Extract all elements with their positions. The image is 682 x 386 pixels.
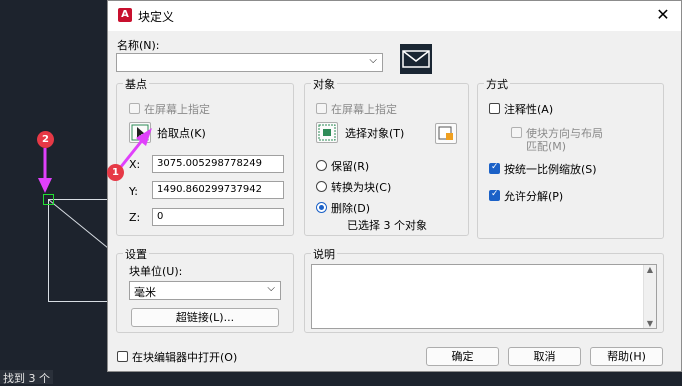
select-objects-label[interactable]: 选择对象(T) [345, 125, 404, 141]
x-coordinate-field[interactable]: 3075.005298778249 [152, 155, 284, 173]
pick-point-label[interactable]: 拾取点(K) [157, 125, 206, 141]
behavior-title: 方式 [484, 76, 510, 92]
base-specify-on-screen-label: 在屏幕上指定 [144, 103, 210, 116]
cad-line-bottom [48, 301, 108, 302]
y-label: Y: [129, 185, 138, 198]
chevron-down-icon: ⌵ [369, 55, 377, 66]
dialog-title: 块定义 [138, 10, 175, 24]
autocad-app-icon: A [118, 8, 132, 22]
objects-title: 对象 [311, 76, 337, 92]
hyperlink-button[interactable]: 超链接(L)... [131, 308, 279, 327]
cancel-button[interactable]: 取消 [508, 347, 581, 366]
block-unit-select[interactable]: 毫米 ⌵ [129, 281, 281, 300]
ok-button[interactable]: 确定 [426, 347, 499, 366]
description-title: 说明 [311, 246, 337, 262]
title-bar[interactable]: A 块定义 ✕ [108, 1, 681, 31]
quick-select-button[interactable] [435, 123, 457, 144]
name-combobox[interactable]: ⌵ [116, 53, 383, 72]
convert-to-block-radio[interactable] [316, 181, 327, 192]
convert-to-block-label: 转换为块(C) [331, 181, 392, 194]
settings-title: 设置 [123, 246, 149, 262]
close-icon[interactable]: ✕ [653, 5, 673, 25]
description-scrollbar[interactable]: ▲ ▼ [643, 265, 656, 328]
z-coordinate-field[interactable]: 0 [152, 208, 284, 226]
block-unit-value: 毫米 [134, 286, 156, 299]
objects-specify-on-screen-label: 在屏幕上指定 [331, 103, 397, 116]
envelope-icon [402, 50, 430, 68]
description-textarea[interactable]: ▲ ▼ [311, 264, 657, 329]
base-point-title: 基点 [123, 76, 149, 92]
allow-exploding-label: 允许分解(P) [504, 190, 564, 203]
match-orientation-checkbox[interactable] [511, 127, 522, 138]
quick-select-icon [438, 126, 453, 140]
retain-radio[interactable] [316, 160, 327, 171]
command-line-status: 找到 3 个 [0, 370, 53, 385]
delete-label: 删除(D) [331, 202, 371, 215]
annotation-marker-1: 1 [107, 164, 124, 181]
scroll-up-icon[interactable]: ▲ [644, 265, 656, 274]
block-definition-dialog: A 块定义 ✕ 名称(N): ⌵ 基点 在屏幕上指定 拾取点(K) X: 307… [107, 0, 682, 372]
y-coordinate-field[interactable]: 1490.860299737942 [152, 181, 284, 199]
scale-uniformly-label: 按统一比例缩放(S) [504, 163, 597, 176]
base-specify-on-screen-checkbox[interactable] [129, 103, 140, 114]
z-label: Z: [129, 211, 141, 224]
select-objects-icon [318, 124, 336, 141]
objects-specify-on-screen-checkbox[interactable] [316, 103, 327, 114]
annotative-label: 注释性(A) [504, 103, 554, 116]
open-in-block-editor-label: 在块编辑器中打开(O) [132, 351, 238, 364]
annotative-checkbox[interactable] [489, 103, 500, 114]
block-preview-icon [400, 44, 432, 74]
selected-count-text: 已选择 3 个对象 [347, 219, 427, 232]
open-in-block-editor-checkbox[interactable] [117, 351, 128, 362]
allow-exploding-checkbox[interactable] [489, 189, 500, 201]
select-objects-button[interactable] [316, 122, 338, 143]
block-unit-label: 块单位(U): [129, 265, 183, 278]
scroll-down-icon[interactable]: ▼ [644, 319, 656, 328]
retain-label: 保留(R) [331, 160, 370, 173]
base-point-grip[interactable] [43, 194, 54, 205]
annotation-marker-2: 2 [37, 131, 54, 148]
annotation-arrow-down-icon [38, 148, 52, 193]
match-orientation-label-line2: 匹配(M) [526, 140, 567, 153]
delete-radio[interactable] [316, 202, 327, 213]
help-button[interactable]: 帮助(H) [590, 347, 663, 366]
name-label: 名称(N): [117, 39, 160, 52]
chevron-down-icon: ⌵ [267, 283, 275, 294]
scale-uniformly-checkbox[interactable] [489, 162, 500, 174]
